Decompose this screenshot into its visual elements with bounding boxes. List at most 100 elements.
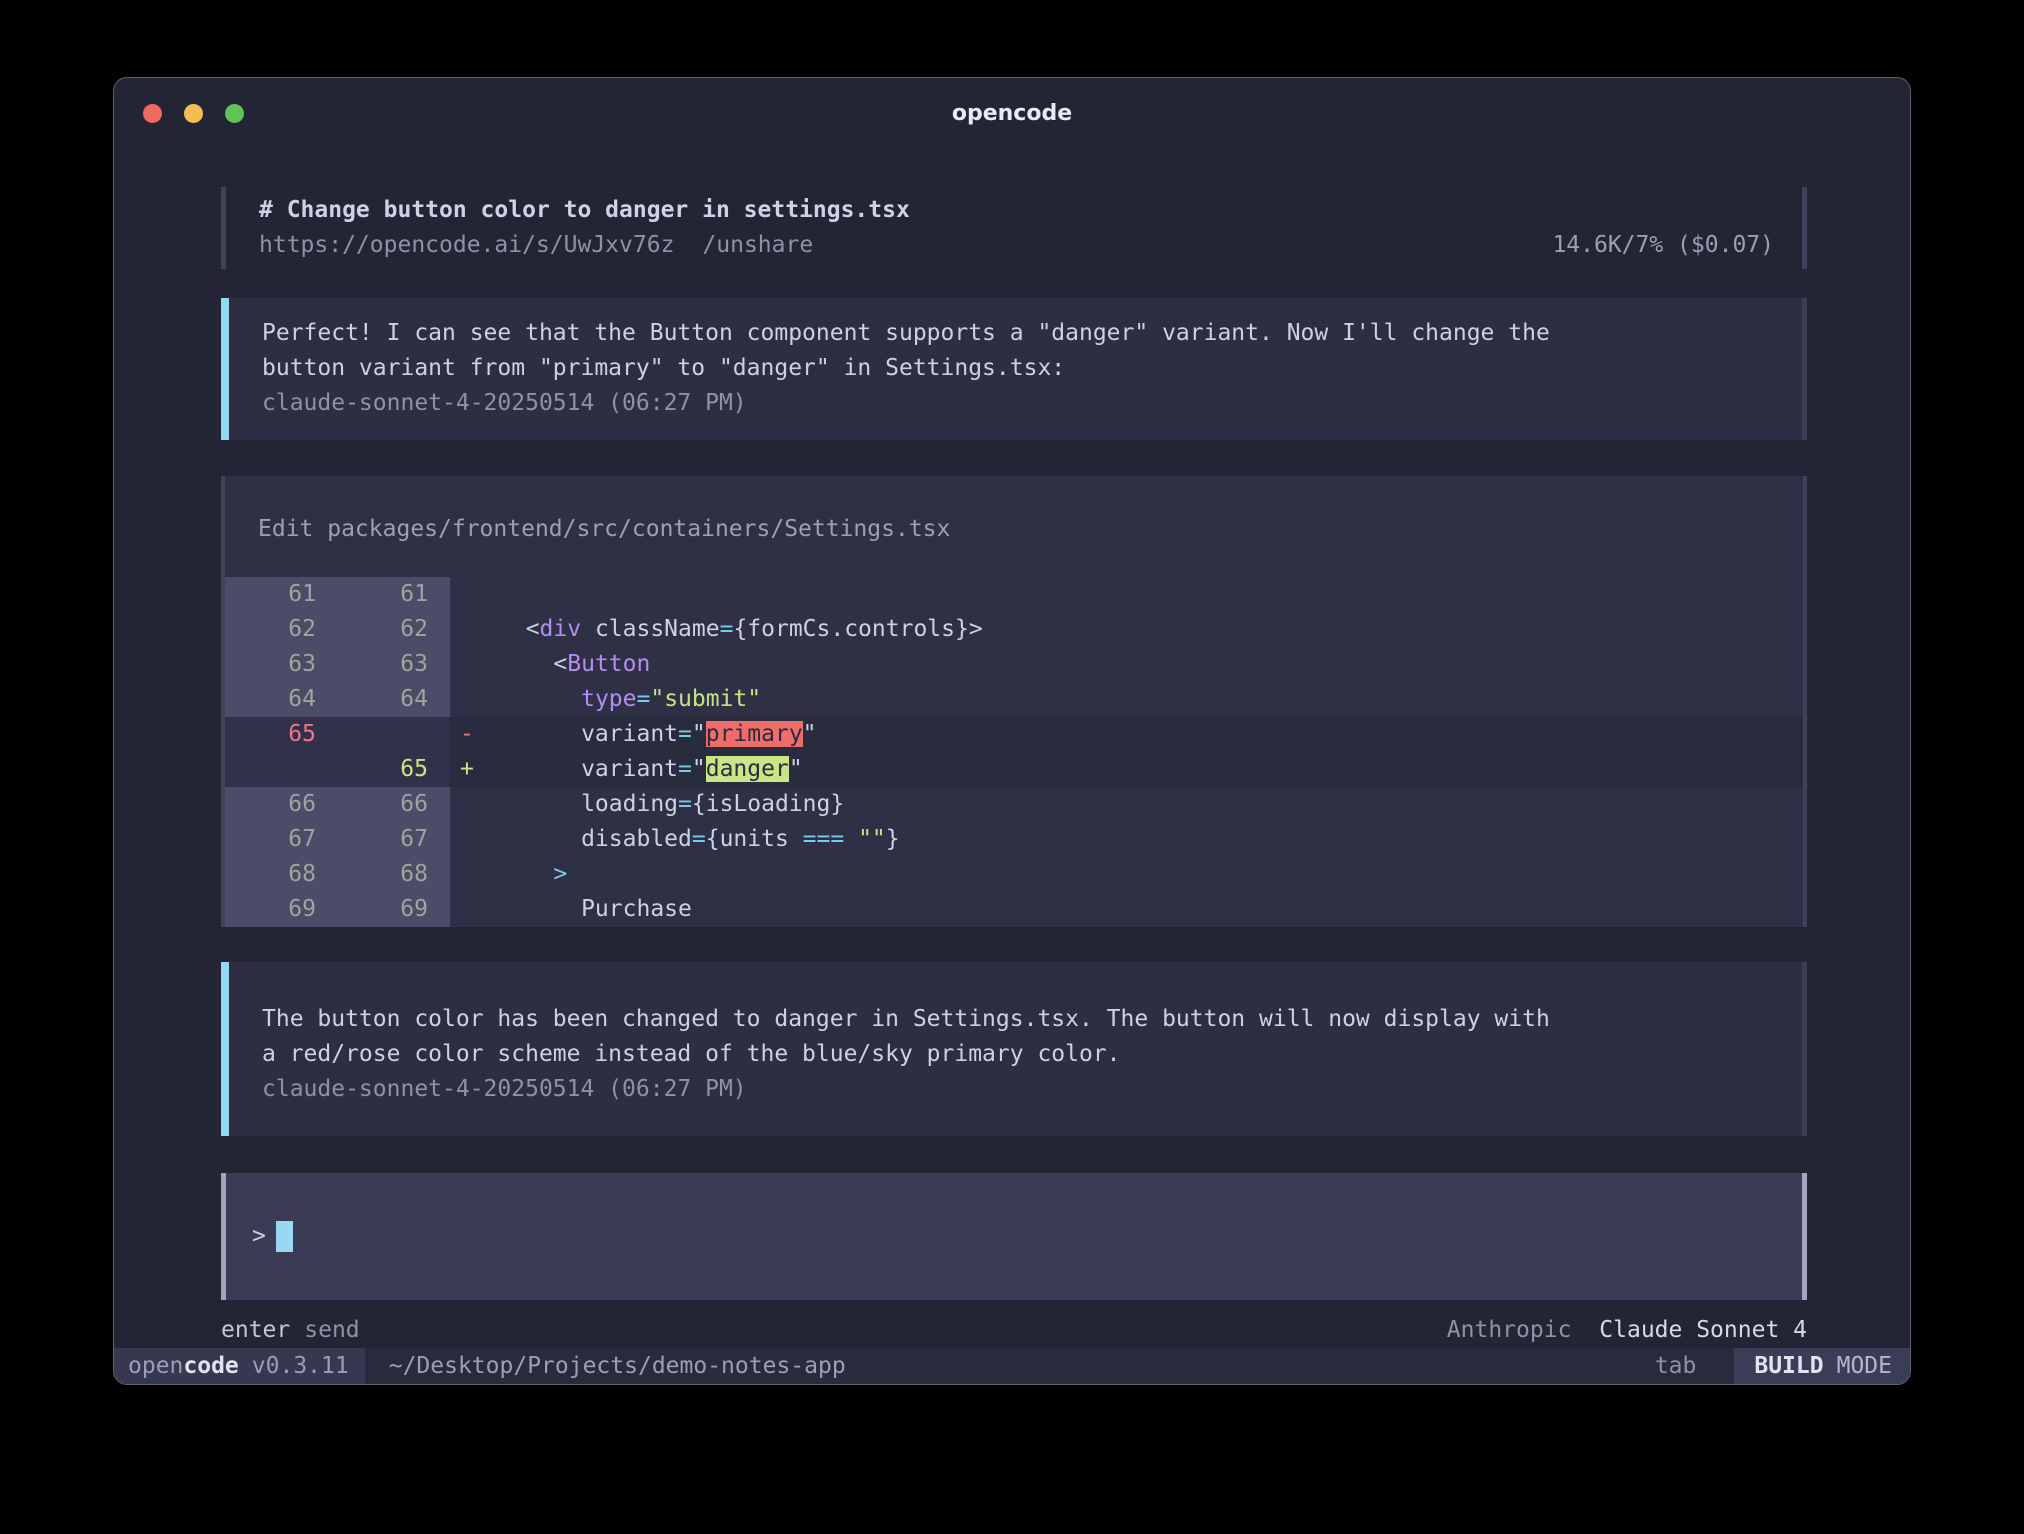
- diff-marker: +: [450, 752, 498, 787]
- line-number-gutter: 65: [225, 717, 450, 752]
- app-name-prefix: open: [128, 1353, 183, 1379]
- diff-row: 6969 Purchase: [225, 892, 1803, 927]
- line-number: 64: [225, 682, 337, 717]
- mode-toggle-chip[interactable]: BUILD MODE: [1734, 1348, 1910, 1384]
- code-segment: type: [581, 686, 636, 712]
- code-segment: =: [678, 756, 692, 782]
- line-number-gutter: 65: [225, 752, 450, 787]
- model-name: Claude Sonnet 4: [1599, 1317, 1807, 1343]
- code-segment: variant: [498, 756, 678, 782]
- code-segment: }: [886, 826, 900, 852]
- diff-marker: -: [450, 717, 498, 752]
- line-number: 62: [337, 612, 449, 647]
- zoom-window-button[interactable]: [225, 104, 244, 123]
- unshare-command[interactable]: /unshare: [702, 228, 813, 263]
- line-number: 65: [225, 717, 337, 752]
- message-meta: claude-sonnet-4-20250514 (06:27 PM): [262, 386, 1774, 421]
- diff-row: 6666 loading={isLoading}: [225, 787, 1803, 822]
- code-segment: {units: [706, 826, 803, 852]
- session-title: # Change button color to danger in setti…: [259, 193, 1774, 228]
- minimize-window-button[interactable]: [184, 104, 203, 123]
- code-segment: loading: [498, 791, 678, 817]
- line-number: 69: [337, 892, 449, 927]
- opencode-window: opencode # Change button color to danger…: [113, 77, 1911, 1385]
- message-lines: The button color has been changed to dan…: [262, 1002, 1774, 1072]
- line-number-gutter: 6767: [225, 822, 450, 857]
- code-segment: disabled: [498, 826, 692, 852]
- line-number: 61: [337, 577, 449, 612]
- code-line: <div className={formCs.controls}>: [498, 612, 1803, 647]
- code-segment: =: [678, 791, 692, 817]
- line-number: 68: [225, 857, 337, 892]
- code-segment: ": [692, 756, 706, 782]
- code-segment: "submit": [650, 686, 761, 712]
- diff-row: 6262 <div className={formCs.controls}>: [225, 612, 1803, 647]
- model-provider: Anthropic: [1447, 1317, 1572, 1343]
- code-line: variant="danger": [498, 752, 1803, 787]
- edit-tool-block: Edit packages/frontend/src/containers/Se…: [221, 476, 1807, 927]
- code-segment: =: [692, 826, 706, 852]
- line-number: 69: [225, 892, 337, 927]
- app-version-chip: opencode v0.3.11: [114, 1348, 365, 1384]
- assistant-message: The button color has been changed to dan…: [221, 962, 1807, 1136]
- diff-marker: [450, 787, 498, 822]
- line-number-gutter: 6464: [225, 682, 450, 717]
- working-directory: ~/Desktop/Projects/demo-notes-app: [389, 1353, 846, 1379]
- diff-marker: [450, 892, 498, 927]
- message-meta: claude-sonnet-4-20250514 (06:27 PM): [262, 1072, 1774, 1107]
- code-line: type="submit": [498, 682, 1803, 717]
- message-text-line: The button color has been changed to dan…: [262, 1002, 1774, 1037]
- line-number: 66: [225, 787, 337, 822]
- code-segment: ": [803, 721, 817, 747]
- line-number-gutter: 6666: [225, 787, 450, 822]
- code-segment: Purchase: [498, 896, 692, 922]
- code-segment: className: [581, 616, 719, 642]
- diff-row: 65- variant="primary": [225, 717, 1803, 752]
- message-text-line: button variant from "primary" to "danger…: [262, 351, 1774, 386]
- line-number: [225, 752, 337, 787]
- model-indicator[interactable]: Anthropic Claude Sonnet 4: [1447, 1313, 1807, 1348]
- session-header: # Change button color to danger in setti…: [221, 187, 1807, 269]
- line-number: 62: [225, 612, 337, 647]
- code-segment: [498, 686, 581, 712]
- enter-key-hint: enter: [221, 1313, 290, 1348]
- chat-input[interactable]: >: [221, 1173, 1807, 1300]
- code-segment: ": [789, 756, 803, 782]
- code-segment: <: [498, 616, 540, 642]
- send-action-hint: send: [304, 1313, 359, 1348]
- code-segment: >: [553, 861, 567, 887]
- token-usage: 14.6K/7% ($0.07): [1552, 228, 1774, 263]
- diff-row: 65+ variant="danger": [225, 752, 1803, 787]
- close-window-button[interactable]: [143, 104, 162, 123]
- text-cursor: [276, 1221, 293, 1252]
- code-line: >: [498, 857, 1803, 892]
- line-number: 63: [225, 647, 337, 682]
- code-segment: div: [540, 616, 582, 642]
- line-number: 67: [225, 822, 337, 857]
- code-segment: primary: [706, 721, 803, 747]
- message-text-line: Perfect! I can see that the Button compo…: [262, 316, 1774, 351]
- line-number: 68: [337, 857, 449, 892]
- code-line: disabled={units === ""}: [498, 822, 1803, 857]
- code-line: [498, 577, 1803, 612]
- message-lines: Perfect! I can see that the Button compo…: [262, 316, 1774, 386]
- line-number: 65: [337, 752, 449, 787]
- code-segment: =: [678, 721, 692, 747]
- line-number: 64: [337, 682, 449, 717]
- code-segment: =: [720, 616, 734, 642]
- share-url[interactable]: https://opencode.ai/s/UwJxv76z: [259, 228, 674, 263]
- app-version: v0.3.11: [252, 1353, 349, 1379]
- code-segment: {isLoading}: [692, 791, 844, 817]
- line-number-gutter: 6262: [225, 612, 450, 647]
- titlebar[interactable]: opencode: [114, 78, 1910, 148]
- code-segment: {formCs.controls}>: [733, 616, 982, 642]
- line-number: 61: [225, 577, 337, 612]
- diff-marker: [450, 682, 498, 717]
- code-segment: =: [636, 686, 650, 712]
- diff-view: 6161 6262 <div className={formCs.control…: [225, 577, 1803, 927]
- code-segment: "": [844, 826, 886, 852]
- code-segment: danger: [706, 756, 789, 782]
- desktop-background: opencode # Change button color to danger…: [0, 0, 2024, 1534]
- mode-label: BUILD: [1754, 1353, 1823, 1379]
- assistant-message: Perfect! I can see that the Button compo…: [221, 298, 1807, 440]
